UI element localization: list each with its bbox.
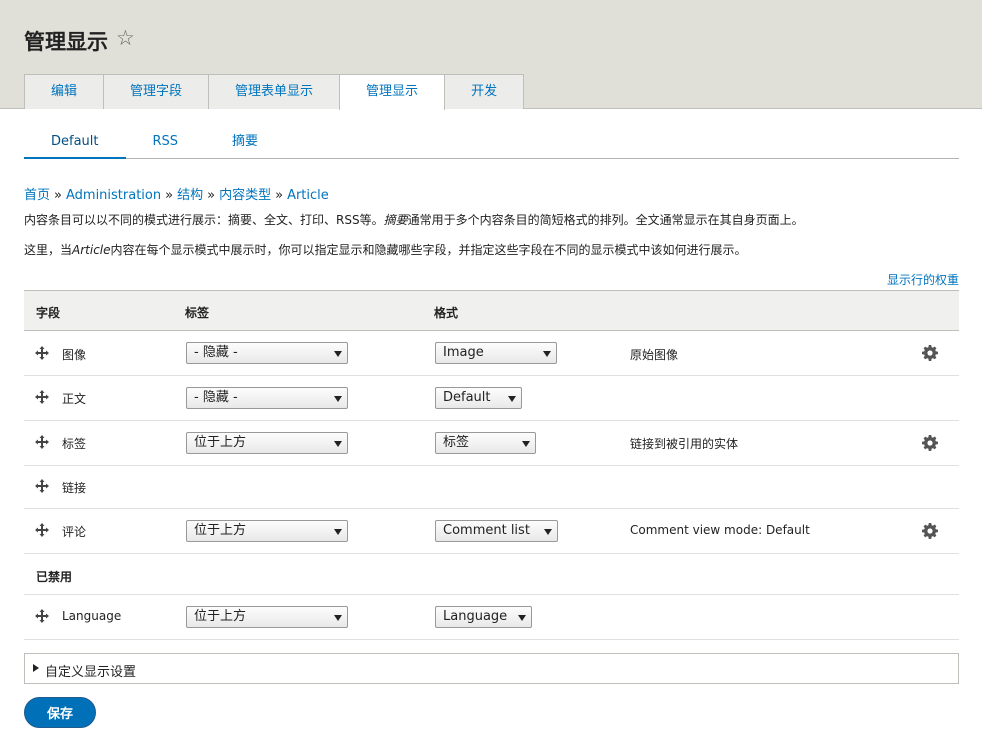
drag-handle-icon[interactable]: [35, 435, 49, 449]
secondary-tabs: Default RSS 摘要: [24, 130, 959, 159]
gear-icon[interactable]: [922, 345, 938, 361]
format-select[interactable]: 标签: [435, 432, 536, 454]
subtab-default[interactable]: Default: [24, 130, 126, 159]
page-header: 管理显示 ☆ 编辑 管理字段 管理表单显示 管理显示 开发: [0, 0, 982, 110]
label-select[interactable]: - 隐藏 -: [186, 387, 348, 409]
region-disabled: 已禁用: [24, 554, 959, 595]
custom-display-settings[interactable]: 自定义显示设置: [24, 653, 959, 684]
label-select[interactable]: 位于上方: [186, 432, 348, 454]
label-select[interactable]: 位于上方: [186, 606, 348, 628]
drag-handle-icon[interactable]: [35, 523, 49, 537]
breadcrumb-content-types[interactable]: 内容类型: [219, 188, 271, 203]
format-select[interactable]: Default: [435, 387, 522, 409]
primary-tabs: 编辑 管理字段 管理表单显示 管理显示 开发: [24, 74, 525, 110]
field-name: 标签: [62, 437, 87, 451]
details-summary[interactable]: 自定义显示设置: [45, 661, 136, 680]
header-label: 标签: [185, 306, 210, 320]
breadcrumb-administration[interactable]: Administration: [66, 188, 161, 203]
field-name: 评论: [62, 525, 87, 539]
drag-handle-icon[interactable]: [35, 346, 49, 360]
tab-manage-form-display[interactable]: 管理表单显示: [208, 74, 341, 109]
format-summary: 链接到被引用的实体: [630, 437, 739, 451]
field-display-table: 字段 标签 格式 图像 - 隐藏 - Image 原始图像 正文 - 隐藏 - …: [24, 290, 959, 640]
label-select[interactable]: - 隐藏 -: [186, 342, 348, 364]
label-select[interactable]: 位于上方: [186, 520, 348, 542]
breadcrumb-article[interactable]: Article: [287, 188, 329, 203]
drag-handle-icon[interactable]: [35, 390, 49, 404]
table-row: 图像 - 隐藏 - Image 原始图像: [24, 331, 959, 376]
tab-devel[interactable]: 开发: [444, 74, 525, 109]
page-title: 管理显示: [24, 30, 108, 54]
description-line-2: 这里，当Article内容在每个显示模式中展示时，你可以指定显示和隐藏哪些字段，…: [24, 243, 747, 257]
header-field: 字段: [36, 306, 61, 320]
table-row: 链接: [24, 466, 959, 509]
breadcrumb: 首页» Administration» 结构» 内容类型» Article: [24, 188, 329, 203]
format-select[interactable]: Comment list: [435, 520, 558, 542]
gear-icon[interactable]: [922, 435, 938, 451]
drag-handle-icon[interactable]: [35, 609, 49, 623]
format-select[interactable]: Image: [435, 342, 557, 364]
table-row: 标签 位于上方 标签 链接到被引用的实体: [24, 421, 959, 466]
header-format: 格式: [434, 306, 459, 320]
format-select[interactable]: Language: [435, 606, 532, 628]
save-button[interactable]: 保存: [24, 697, 96, 728]
tab-edit[interactable]: 编辑: [24, 74, 105, 109]
field-name: 正文: [62, 392, 87, 406]
tab-manage-fields[interactable]: 管理字段: [103, 74, 210, 109]
format-summary: 原始图像: [630, 348, 679, 362]
table-header: 字段 标签 格式: [24, 291, 959, 331]
field-name: 图像: [62, 348, 87, 362]
format-summary: Comment view mode: Default: [630, 523, 810, 537]
field-name: Language: [62, 609, 122, 623]
table-row: 评论 位于上方 Comment list Comment view mode: …: [24, 509, 959, 554]
subtab-teaser[interactable]: 摘要: [205, 130, 285, 158]
field-name: 链接: [62, 481, 87, 495]
star-icon[interactable]: ☆: [116, 26, 135, 50]
triangle-right-icon: [33, 664, 39, 672]
tab-manage-display[interactable]: 管理显示: [339, 74, 446, 110]
region-title: 已禁用: [36, 570, 73, 584]
subtab-rss[interactable]: RSS: [126, 130, 206, 158]
table-row: Language 位于上方 Language: [24, 595, 959, 640]
show-row-weights-link[interactable]: 显示行的权重: [887, 271, 959, 288]
breadcrumb-structure[interactable]: 结构: [177, 188, 203, 203]
table-row: 正文 - 隐藏 - Default: [24, 376, 959, 421]
drag-handle-icon[interactable]: [35, 479, 49, 493]
description-line-1: 内容条目可以以不同的模式进行展示：摘要、全文、打印、RSS等。摘要通常用于多个内…: [24, 213, 804, 227]
gear-icon[interactable]: [922, 523, 938, 539]
breadcrumb-home[interactable]: 首页: [24, 188, 50, 203]
